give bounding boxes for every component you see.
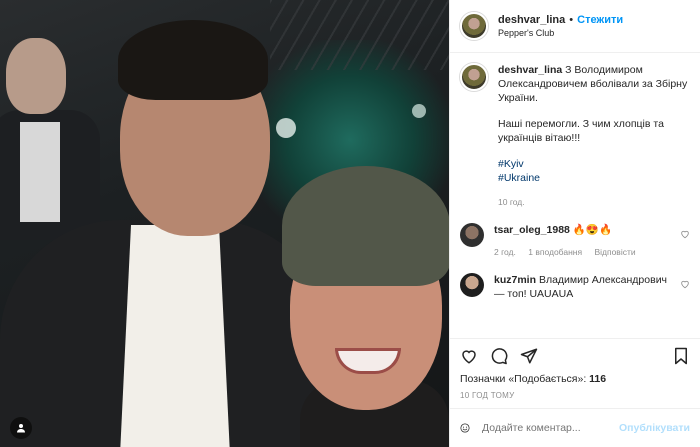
avatar[interactable]: [460, 223, 484, 247]
tag-person-icon: [17, 424, 25, 433]
avatar[interactable]: [460, 12, 488, 40]
likes-count[interactable]: Позначки «Подобається»: 116: [460, 373, 690, 385]
man-hair: [118, 20, 268, 100]
likes-number: 116: [589, 373, 607, 385]
avatar[interactable]: [460, 63, 488, 91]
bookmark-icon[interactable]: [672, 347, 690, 365]
comment-item: tsar_oleg_1988 🔥😍🔥 2 год. 1 вподобання В…: [460, 223, 690, 259]
caption-text-2: Наші перемогли. З чим хлопців та українц…: [498, 118, 664, 144]
heart-icon[interactable]: [680, 279, 690, 289]
comment-input[interactable]: [479, 421, 619, 435]
comment-likes[interactable]: 1 вподобання: [528, 247, 582, 257]
comment-username[interactable]: kuz7min: [494, 274, 536, 286]
spotlight: [276, 118, 296, 138]
follow-button[interactable]: Стежити: [577, 14, 623, 26]
ceiling-truss: [270, 0, 449, 70]
tag-person-button[interactable]: [10, 417, 32, 439]
post-time: 10 ГОД ТОМУ: [460, 391, 515, 400]
man-shirt: [120, 225, 230, 447]
post-header: deshvar_lina • Стежити Pepper's Club: [450, 0, 700, 53]
heart-icon[interactable]: [680, 229, 690, 239]
action-bar: Позначки «Подобається»: 116 10 ГОД ТОМУ: [450, 338, 700, 400]
heart-icon[interactable]: [460, 347, 478, 365]
separator-dot: •: [569, 14, 574, 26]
comment-icon[interactable]: [490, 347, 508, 365]
avatar[interactable]: [460, 273, 484, 297]
woman-hat: [282, 166, 449, 286]
comment-time: 2 год.: [494, 247, 516, 257]
likes-label: Позначки «Подобається»:: [460, 373, 587, 385]
comment-text: 🔥😍🔥: [572, 224, 613, 236]
background-person-head: [6, 38, 66, 114]
spotlight: [412, 104, 426, 118]
publish-button[interactable]: Опублікувати: [619, 422, 690, 434]
comment-item: kuz7min Владимир Александрович — топ! UA…: [460, 273, 690, 301]
hashtag-link[interactable]: #Ukraine: [498, 171, 690, 185]
reply-button[interactable]: Відповісти: [594, 247, 635, 257]
comments-section[interactable]: deshvar_lina З Володимиром Олександрович…: [450, 53, 700, 338]
instagram-post: deshvar_lina • Стежити Pepper's Club des…: [0, 0, 700, 447]
location-link[interactable]: Pepper's Club: [498, 28, 623, 38]
comment-username[interactable]: tsar_oleg_1988: [494, 224, 570, 236]
emoji-icon[interactable]: [460, 419, 470, 437]
post-photo[interactable]: [0, 0, 449, 447]
post-sidebar: deshvar_lina • Стежити Pepper's Club des…: [449, 0, 700, 447]
add-comment-bar: Опублікувати: [450, 408, 700, 447]
caption: deshvar_lina З Володимиром Олександрович…: [460, 63, 690, 209]
caption-time: 10 год.: [498, 197, 525, 207]
background-person-shirt: [20, 122, 60, 222]
hashtag-link[interactable]: #Kyiv: [498, 157, 690, 171]
caption-username[interactable]: deshvar_lina: [498, 64, 562, 76]
share-icon[interactable]: [520, 347, 538, 365]
header-username[interactable]: deshvar_lina: [498, 14, 565, 26]
